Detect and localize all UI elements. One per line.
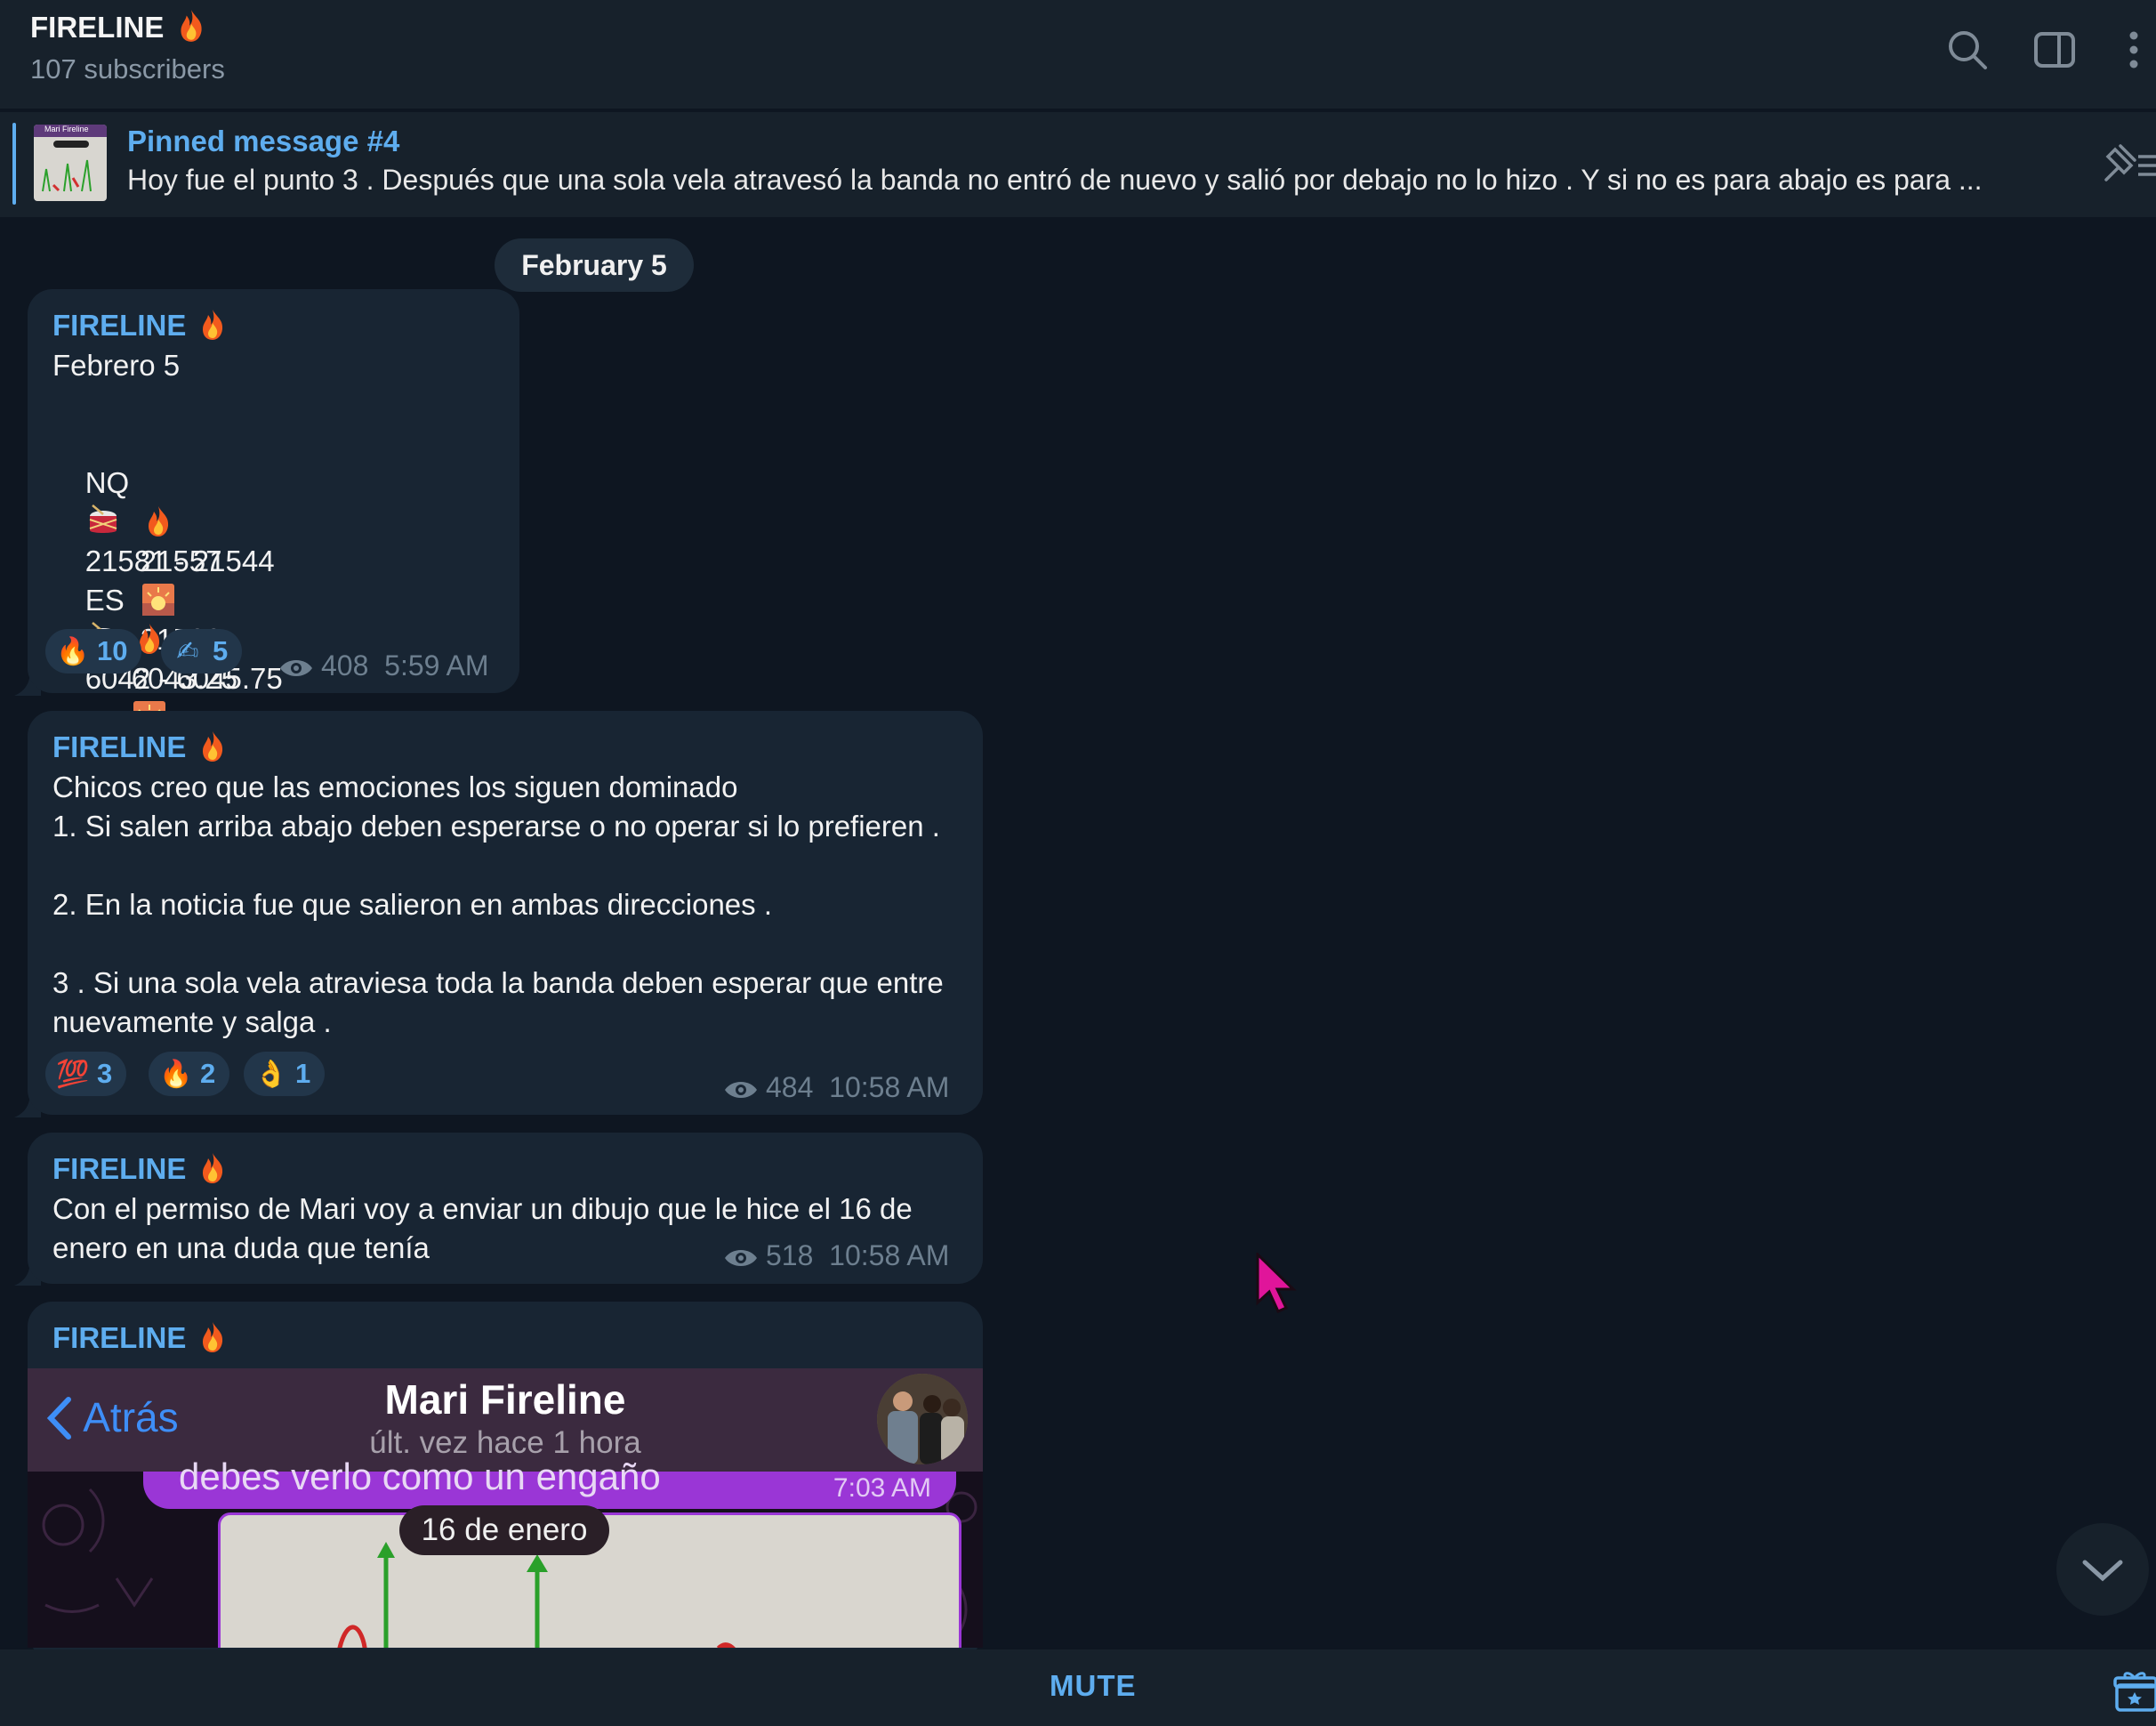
chevron-down-icon [2082,1560,2123,1582]
ok-hand-emoji-icon: 👌 [254,1060,288,1089]
mute-button[interactable]: MUTE [1050,1669,1137,1703]
chat-header[interactable]: FIRELINE 107 subscribers [0,0,2156,109]
bottom-bar: MUTE [0,1649,2156,1726]
views-eye-icon [725,1249,757,1266]
reaction-chip[interactable]: ✍ 5 [161,629,243,673]
sidebar-toggle-icon[interactable] [2030,25,2080,75]
reaction-chip[interactable]: 👌 1 [244,1052,326,1096]
message-bubble[interactable]: FIRELINE Chicos creo que las emociones l… [28,711,983,1115]
fire-emoji-icon [202,1153,222,1183]
search-icon[interactable] [1943,25,1992,75]
message-meta: 518 10:58 AM [723,1239,949,1272]
mouse-cursor-icon [1256,1253,1297,1313]
channel-title[interactable]: FIRELINE [30,7,210,44]
views-eye-icon [725,1081,757,1098]
reaction-chip[interactable]: 🔥 10 [45,629,142,673]
scroll-to-bottom-button[interactable] [2056,1523,2149,1616]
date-separator: February 5 [495,238,694,292]
message-meta: 408 5:59 AM [278,649,489,682]
embedded-contact-name: Mari Fireline [384,1376,626,1423]
message-bubble[interactable]: FIRELINE Con el permiso de Mari voy a en… [28,1133,983,1284]
subscriber-count: 107 subscribers [30,53,225,85]
embedded-message: debes verlo como un engaño 7:03 AM [143,1456,956,1509]
message-author: FIRELINE [52,1150,230,1186]
fire-emoji-icon: 🔥 [159,1060,193,1089]
message-author: FIRELINE [52,307,230,343]
avatar [877,1374,968,1464]
message-photo[interactable]: Atrás Mari Fireline últ. vez hace 1 hora… [28,1368,983,1648]
reaction-chip[interactable]: 🔥 2 [149,1052,230,1096]
pinned-message-bar[interactable]: Mari Fireline Pinned message #4 Hoy fue … [0,110,2156,217]
pinned-list-icon[interactable] [2097,137,2156,190]
reaction-chip[interactable]: 💯 3 [45,1052,127,1096]
gift-icon[interactable] [2113,1669,2156,1712]
pinned-text: Hoy fue el punto 3 . Después que una sol… [127,164,1983,196]
fire-emoji-icon [202,310,222,340]
message-text: Chicos creo que las emociones los siguen… [52,770,944,1038]
pinned-thumbnail: Mari Fireline [34,125,107,201]
views-eye-icon [280,659,312,676]
more-options-icon[interactable] [2108,25,2144,75]
message-meta: 484 10:58 AM [723,1071,949,1104]
message-text: Febrero 5 [52,349,181,382]
pinned-title: Pinned message #4 [127,125,400,157]
fire-emoji-icon [202,1322,222,1352]
writing-hand-emoji-icon: ✍ [176,637,199,666]
pinned-indicator [12,123,16,205]
message-author: FIRELINE [52,1319,230,1355]
message-author: FIRELINE [52,729,230,764]
hundred-points-emoji-icon: 💯 [56,1060,90,1089]
fire-emoji-icon [180,10,202,42]
embedded-date-chip: 16 de enero [399,1505,609,1555]
fire-emoji-icon: 🔥 [56,637,90,666]
fire-emoji-icon [148,506,168,536]
fire-emoji-icon [202,731,222,762]
message-bubble[interactable]: FIRELINE Febrero 5 NQ 21581 - 21544 2155… [28,289,519,772]
